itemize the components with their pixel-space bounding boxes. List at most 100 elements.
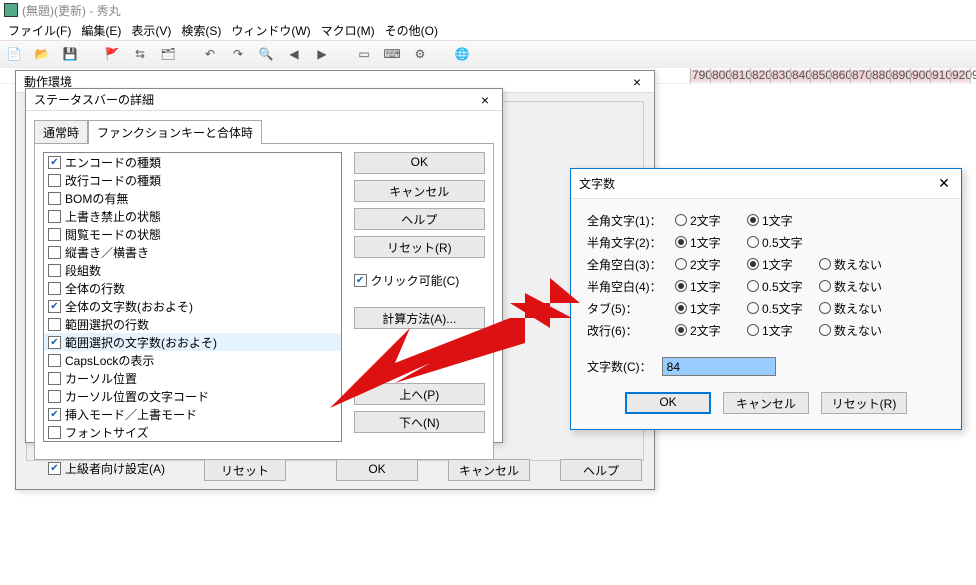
radio-option[interactable]: 数えない [819,278,891,295]
tab-fnkey[interactable]: ファンクションキーと合体時 [88,120,262,144]
menu-macro[interactable]: マクロ(M) [317,20,379,41]
list-item[interactable]: 挿入モード／上書モード [44,405,341,423]
item-checkbox[interactable] [48,246,61,259]
radio-option[interactable]: 2文字 [675,322,747,339]
sb-cancel-button[interactable]: キャンセル [354,180,485,202]
new-icon[interactable]: 📄 [4,44,24,64]
radio-label: 1文字 [690,300,721,317]
item-checkbox[interactable] [48,192,61,205]
redo-icon[interactable]: ↷ [228,44,248,64]
radio-option[interactable]: 1文字 [675,278,747,295]
list-item[interactable]: エンコードの種類 [44,153,341,171]
browser-icon[interactable]: 🌐 [452,44,472,64]
list-item[interactable]: カーソル位置の文字コード [44,387,341,405]
item-checkbox[interactable] [48,264,61,277]
tab-normal[interactable]: 通常時 [34,120,88,144]
move-down-button[interactable]: 下へ(N) [354,411,485,433]
radio-option[interactable]: 1文字 [747,212,819,229]
item-checkbox[interactable] [48,336,61,349]
radio-option[interactable]: 1文字 [675,300,747,317]
next-icon[interactable]: ▶ [312,44,332,64]
open-icon[interactable]: 📂 [32,44,52,64]
cc-ok-button[interactable]: OK [625,392,711,414]
item-checkbox[interactable] [48,300,61,313]
menu-view[interactable]: 表示(V) [127,20,175,41]
menu-window[interactable]: ウィンドウ(W) [227,20,314,41]
radio-option[interactable]: 1文字 [747,256,819,273]
list-item[interactable]: CapsLockの表示 [44,351,341,369]
env-ok-button[interactable]: OK [336,459,418,481]
list-item[interactable]: 全体の文字数(おおよそ) [44,297,341,315]
item-checkbox[interactable] [48,354,61,367]
close-icon[interactable]: × [472,91,498,109]
move-up-button[interactable]: 上へ(P) [354,383,485,405]
list-item[interactable]: 閲覧モードの状態 [44,225,341,243]
search-icon[interactable]: 🔍 [256,44,276,64]
item-checkbox[interactable] [48,408,61,421]
item-checkbox[interactable] [48,426,61,439]
list-item[interactable]: 上書き禁止の状態 [44,207,341,225]
env-cancel-button[interactable]: キャンセル [448,459,530,481]
cc-dialog-title-bar[interactable]: 文字数 ✕ [571,169,961,199]
menu-other[interactable]: その他(O) [381,20,442,41]
item-checkbox[interactable] [48,318,61,331]
statusbar-items-listbox[interactable]: エンコードの種類改行コードの種類BOMの有無上書き禁止の状態閲覧モードの状態縦書… [43,152,342,442]
env-help-button[interactable]: ヘルプ [560,459,642,481]
item-checkbox[interactable] [48,174,61,187]
list-item[interactable]: 改行コードの種類 [44,171,341,189]
clickable-checkbox[interactable] [354,274,367,287]
radio-option[interactable]: 1文字 [747,322,819,339]
close-icon[interactable]: ✕ [931,175,957,193]
menu-edit[interactable]: 編集(E) [77,20,125,41]
radio-icon [747,214,759,226]
list-item[interactable]: 範囲選択の文字数(おおよそ) [44,333,341,351]
calc-method-button[interactable]: 計算方法(A)... [354,307,485,329]
sb-help-button[interactable]: ヘルプ [354,208,485,230]
radio-option[interactable]: 1文字 [675,234,747,251]
radio-option[interactable]: 0.5文字 [747,278,819,295]
radio-option[interactable]: 2文字 [675,256,747,273]
ruler-mark: 810 [730,68,752,84]
item-checkbox[interactable] [48,282,61,295]
close-icon[interactable]: × [624,73,650,91]
advanced-settings-checkbox[interactable] [48,462,61,475]
sb-dialog-title-bar[interactable]: ステータスバーの詳細 × [26,89,502,111]
window-icon[interactable]: ▭ [354,44,374,64]
save-icon[interactable]: 💾 [60,44,80,64]
cmd-icon[interactable]: ⚙ [410,44,430,64]
radio-option[interactable]: 数えない [819,300,891,317]
stack-icon[interactable]: 🗂 [158,44,178,64]
item-checkbox[interactable] [48,390,61,403]
item-checkbox[interactable] [48,228,61,241]
list-item[interactable]: 段組数 [44,261,341,279]
list-item[interactable]: 範囲選択の行数 [44,315,341,333]
menu-file[interactable]: ファイル(F) [4,20,75,41]
menu-search[interactable]: 検索(S) [177,20,225,41]
radio-option[interactable]: 数えない [819,322,891,339]
item-checkbox[interactable] [48,372,61,385]
undo-icon[interactable]: ↶ [200,44,220,64]
item-label: エンコードの種類 [65,154,161,171]
list-item[interactable]: 全体の行数 [44,279,341,297]
radio-option[interactable]: 数えない [819,256,891,273]
radio-option[interactable]: 0.5文字 [747,300,819,317]
cc-reset-button[interactable]: リセット(R) [821,392,907,414]
char-width-input[interactable] [662,357,776,376]
env-reset-button[interactable]: リセット [204,459,286,481]
item-checkbox[interactable] [48,210,61,223]
list-item[interactable]: 縦書き／横書き [44,243,341,261]
sb-reset-button[interactable]: リセット(R) [354,236,485,258]
list-item[interactable]: BOMの有無 [44,189,341,207]
radio-option[interactable]: 0.5文字 [747,234,819,251]
radio-option[interactable]: 2文字 [675,212,747,229]
list-item[interactable]: フォントサイズ [44,423,341,441]
cc-cancel-button[interactable]: キャンセル [723,392,809,414]
item-checkbox[interactable] [48,156,61,169]
flag-icon[interactable]: 🚩 [102,44,122,64]
key-icon[interactable]: ⌨ [382,44,402,64]
sb-ok-button[interactable]: OK [354,152,485,174]
list-item[interactable]: カーソル位置 [44,369,341,387]
prev-icon[interactable]: ◀ [284,44,304,64]
menu-bar[interactable]: ファイル(F) 編集(E) 表示(V) 検索(S) ウィンドウ(W) マクロ(M… [0,20,976,40]
arrows-icon[interactable]: ⇆ [130,44,150,64]
